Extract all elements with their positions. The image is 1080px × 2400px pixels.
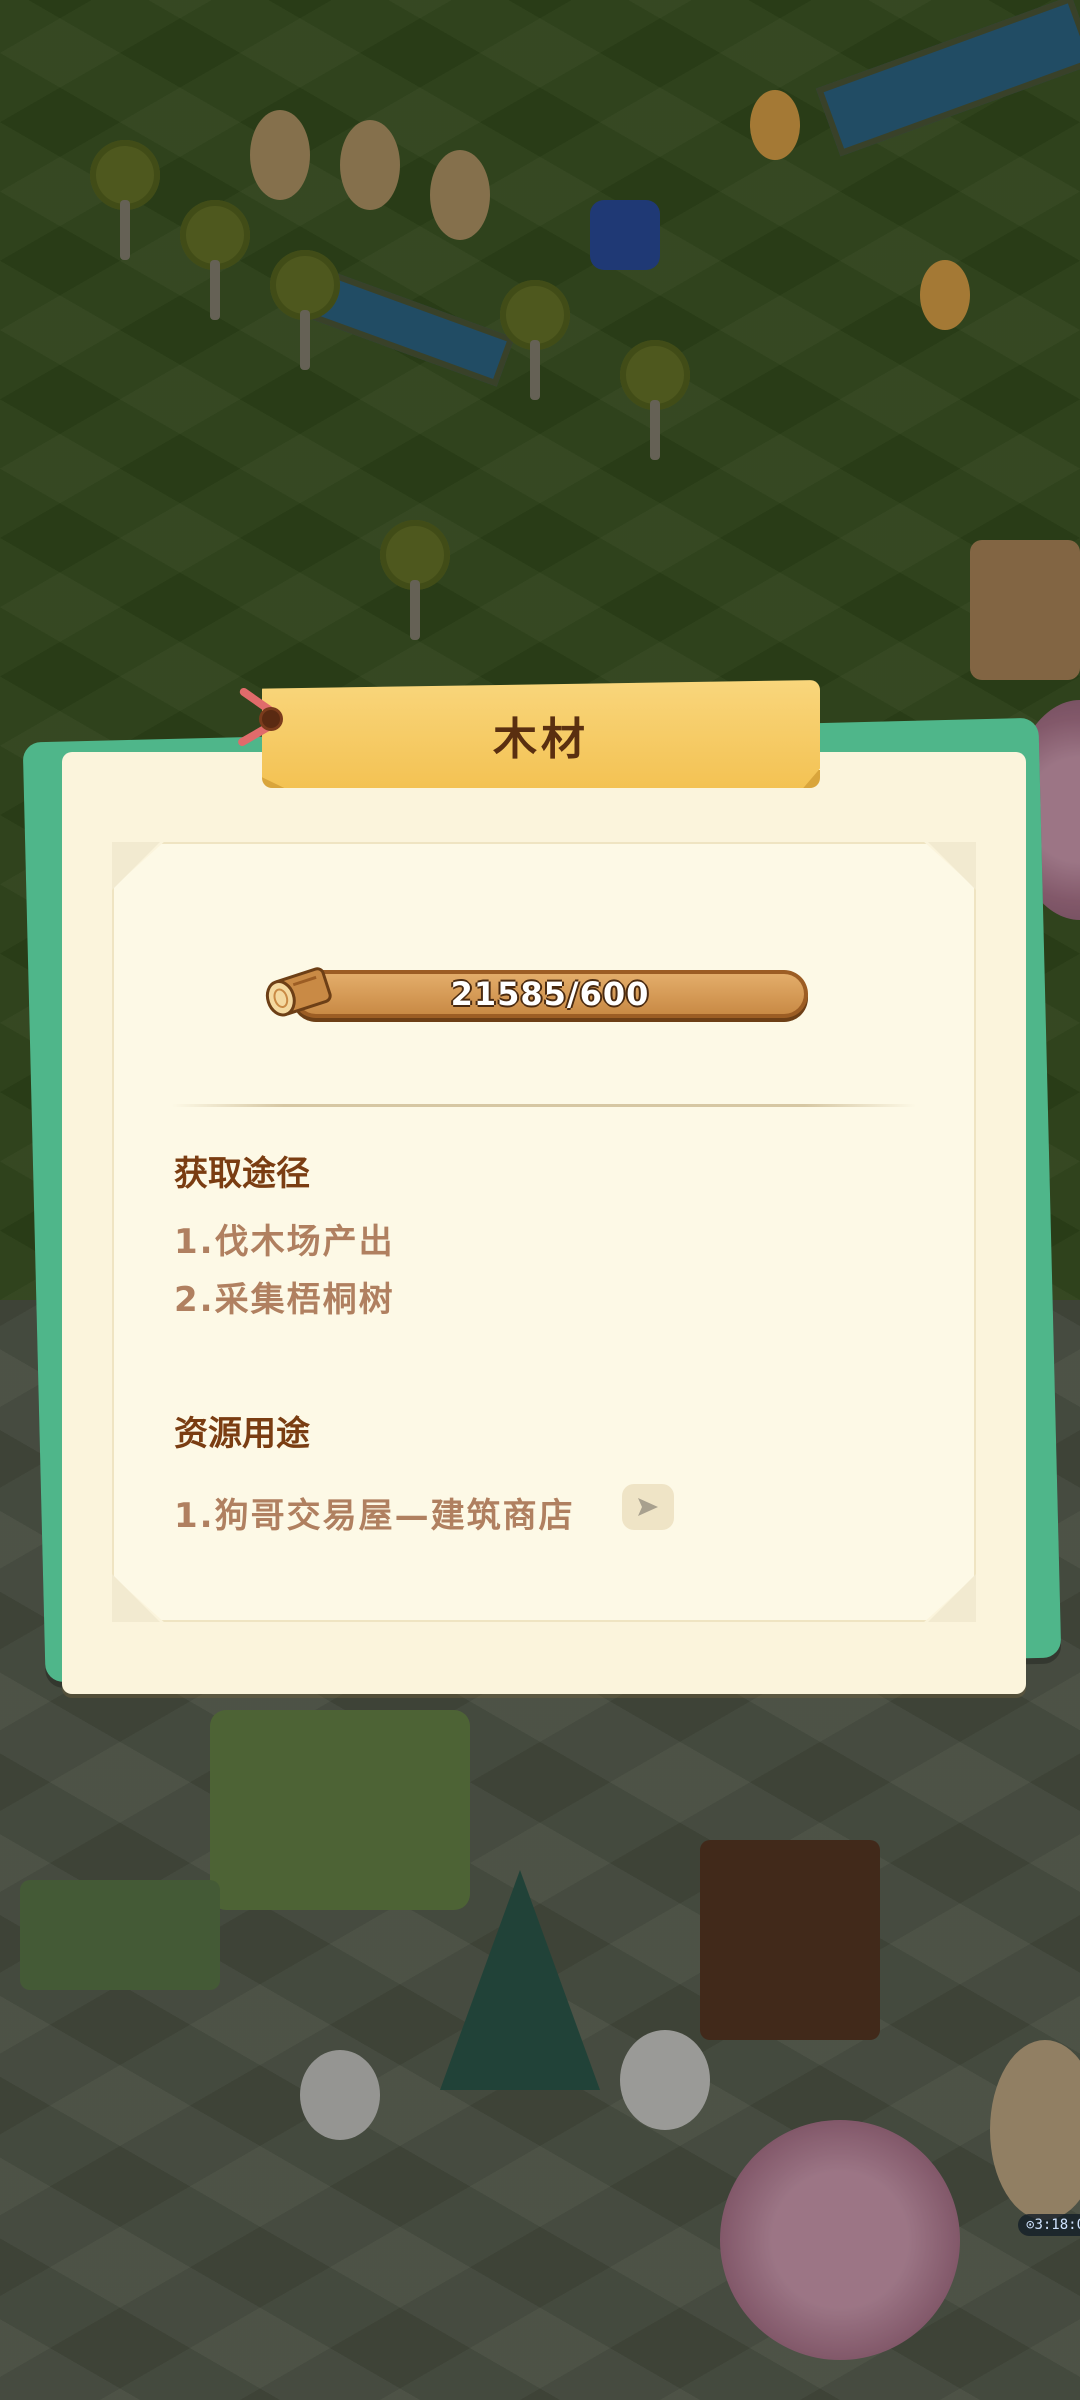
usage-heading: 资源用途 <box>174 1414 310 1454</box>
inner-corner <box>112 842 160 890</box>
play-arrow-icon <box>638 1498 658 1516</box>
section-divider <box>172 1104 916 1107</box>
obtain-item: 2.采集梧桐树 <box>174 1280 395 1320</box>
wood-log-icon <box>265 967 332 1017</box>
timer-text: 3:18:0 <box>1034 2217 1080 2233</box>
go-to-shop-button[interactable] <box>622 1484 674 1530</box>
resource-amount-text: 21585/600 <box>450 975 650 1013</box>
inner-corner <box>928 842 976 890</box>
obtain-heading: 获取途径 <box>174 1154 310 1194</box>
inner-corner <box>928 1574 976 1622</box>
timer-badge: ⊙3:18:0 <box>1018 2214 1080 2236</box>
usage-item[interactable]: 1.狗哥交易屋—建筑商店 <box>174 1488 575 1537</box>
obtain-item: 1.伐木场产出 <box>174 1222 395 1262</box>
inner-corner <box>112 1574 160 1622</box>
dialog-title: 木材 <box>493 714 589 765</box>
